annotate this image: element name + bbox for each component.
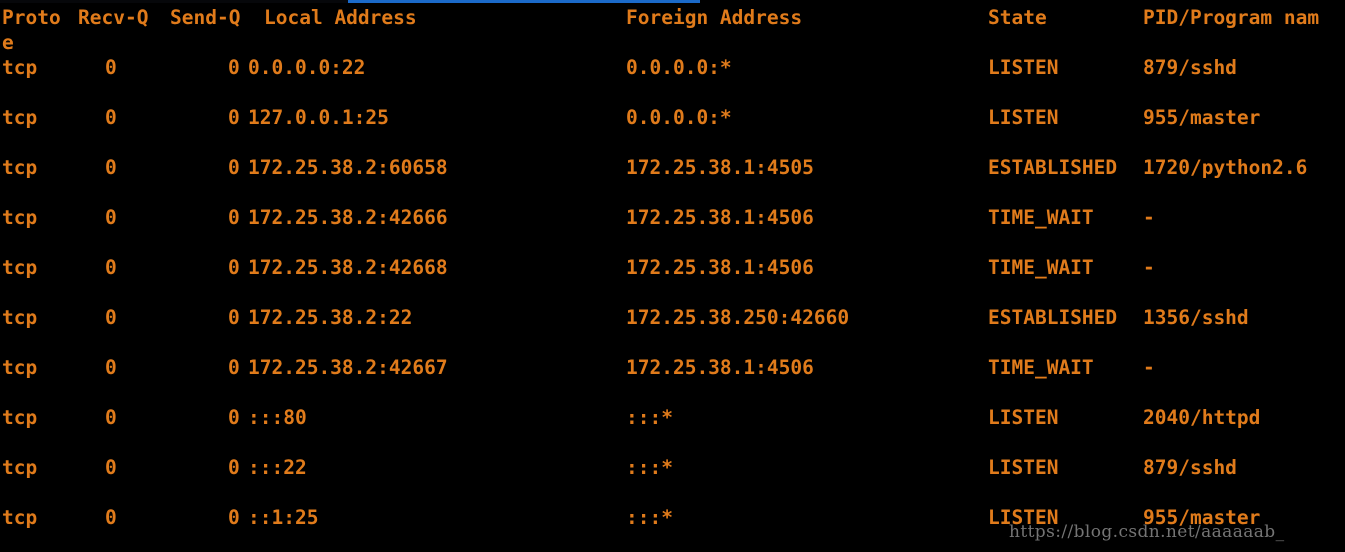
cell-recv-q: 0 [105, 506, 117, 529]
cell-pid-program: 2040/httpd [1143, 406, 1261, 429]
cell-pid-program: 955/master [1143, 106, 1261, 129]
cell-local-address: 172.25.38.2:42668 [248, 256, 448, 279]
cell-proto: tcp [2, 56, 38, 79]
column-header-pid-program: PID/Program nam [1143, 6, 1320, 29]
cell-state: LISTEN [988, 456, 1059, 479]
cell-foreign-address: 172.25.38.250:42660 [626, 306, 850, 329]
cell-foreign-address: :::* [626, 406, 673, 429]
cell-local-address: 172.25.38.2:42666 [248, 206, 448, 229]
top-bar-left-segment [0, 0, 348, 3]
table-row: tcp 0 0 127.0.0.1:25 0.0.0.0:* LISTEN 955/mast… [0, 105, 1345, 130]
cell-pid-program: 1720/python2.6 [1143, 156, 1308, 179]
column-header-local-address: Local Address [264, 6, 417, 29]
cell-recv-q: 0 [105, 306, 117, 329]
cell-state: TIME_WAIT [988, 206, 1094, 229]
cell-send-q: 0 [228, 406, 240, 429]
cell-recv-q: 0 [105, 206, 117, 229]
cell-state: LISTEN [988, 406, 1059, 429]
cell-local-address: :::80 [248, 406, 307, 429]
cell-recv-q: 0 [105, 106, 117, 129]
cell-proto: tcp [2, 156, 38, 179]
top-bar-highlight-segment [348, 0, 700, 3]
cell-proto: tcp [2, 506, 38, 529]
cell-state: LISTEN [988, 56, 1059, 79]
column-header-pid-program-wrap: e [2, 31, 14, 54]
cell-pid-program: - [1143, 356, 1155, 379]
cell-state: ESTABLISHED [988, 306, 1118, 329]
cell-pid-program: - [1143, 206, 1155, 229]
cell-foreign-address: 172.25.38.1:4506 [626, 256, 814, 279]
terminal-window[interactable]: Proto Recv-Q Send-Q Local Address Foreign Ad… [0, 0, 1345, 552]
cell-send-q: 0 [228, 456, 240, 479]
cell-pid-program: 879/sshd [1143, 456, 1237, 479]
cell-pid-program: 879/sshd [1143, 56, 1237, 79]
cell-recv-q: 0 [105, 406, 117, 429]
cell-proto: tcp [2, 356, 38, 379]
cell-foreign-address: 172.25.38.1:4505 [626, 156, 814, 179]
cell-foreign-address: 0.0.0.0:* [626, 56, 732, 79]
cell-proto: tcp [2, 456, 38, 479]
cell-recv-q: 0 [105, 356, 117, 379]
top-accent-bar [0, 0, 1345, 3]
table-row: tcp 0 0 172.25.38.2:60658 172.25.38.1:4505 ES… [0, 155, 1345, 180]
table-row: tcp 0 0 172.25.38.2:42666 172.25.38.1:4506 TI… [0, 205, 1345, 230]
cell-recv-q: 0 [105, 256, 117, 279]
cell-send-q: 0 [228, 106, 240, 129]
cell-local-address: 172.25.38.2:22 [248, 306, 413, 329]
cell-foreign-address: :::* [626, 456, 673, 479]
cell-recv-q: 0 [105, 456, 117, 479]
column-header-recv-q: Recv-Q [78, 6, 149, 29]
table-header-row: Proto Recv-Q Send-Q Local Address Foreign Ad… [0, 5, 1345, 30]
cell-send-q: 0 [228, 206, 240, 229]
cell-foreign-address: 172.25.38.1:4506 [626, 206, 814, 229]
column-header-state: State [988, 6, 1047, 29]
cell-pid-program: - [1143, 256, 1155, 279]
cell-local-address: 172.25.38.2:60658 [248, 156, 448, 179]
cell-recv-q: 0 [105, 56, 117, 79]
cell-send-q: 0 [228, 256, 240, 279]
cell-send-q: 0 [228, 56, 240, 79]
cell-state: TIME_WAIT [988, 356, 1094, 379]
cell-foreign-address: 172.25.38.1:4506 [626, 356, 814, 379]
cell-send-q: 0 [228, 156, 240, 179]
cell-proto: tcp [2, 306, 38, 329]
cell-proto: tcp [2, 206, 38, 229]
watermark-text: https://blog.csdn.net/aaaaaab_ [1009, 522, 1285, 542]
table-row: tcp 0 0:::80:::* LISTEN 2040/httpd [0, 405, 1345, 430]
cell-foreign-address: 0.0.0.0:* [626, 106, 732, 129]
table-row: tcp 0 0 172.25.38.2:42667 172.25.38.1:4506 TI… [0, 355, 1345, 380]
table-header-wrap-row: e [0, 30, 1345, 55]
cell-recv-q: 0 [105, 156, 117, 179]
cell-proto: tcp [2, 256, 38, 279]
table-row: tcp 0 0 172.25.38.2:22 172.25.38.250:42660 ES… [0, 305, 1345, 330]
cell-proto: tcp [2, 406, 38, 429]
cell-send-q: 0 [228, 356, 240, 379]
table-row: tcp 0 0 0.0.0.0:22 0.0.0.0:* LISTEN 879/sshd [0, 55, 1345, 80]
cell-state: LISTEN [988, 106, 1059, 129]
cell-state: TIME_WAIT [988, 256, 1094, 279]
column-header-send-q: Send-Q [170, 6, 241, 29]
cell-proto: tcp [2, 106, 38, 129]
table-row: tcp 0 0 172.25.38.2:42668 172.25.38.1:4506 TI… [0, 255, 1345, 280]
cell-send-q: 0 [228, 306, 240, 329]
cell-local-address: 0.0.0.0:22 [248, 56, 366, 79]
column-header-foreign-address: Foreign Address [626, 6, 803, 29]
column-header-proto: Proto [2, 6, 61, 29]
cell-pid-program: 1356/sshd [1143, 306, 1249, 329]
cell-foreign-address: :::* [626, 506, 673, 529]
cell-local-address: 172.25.38.2:42667 [248, 356, 448, 379]
cell-state: ESTABLISHED [988, 156, 1118, 179]
table-row: tcp 0 0:::22:::* LISTEN 879/sshd [0, 455, 1345, 480]
cell-send-q: 0 [228, 506, 240, 529]
cell-local-address: ::1:25 [248, 506, 319, 529]
cell-local-address: 127.0.0.1:25 [248, 106, 389, 129]
cell-local-address: :::22 [248, 456, 307, 479]
